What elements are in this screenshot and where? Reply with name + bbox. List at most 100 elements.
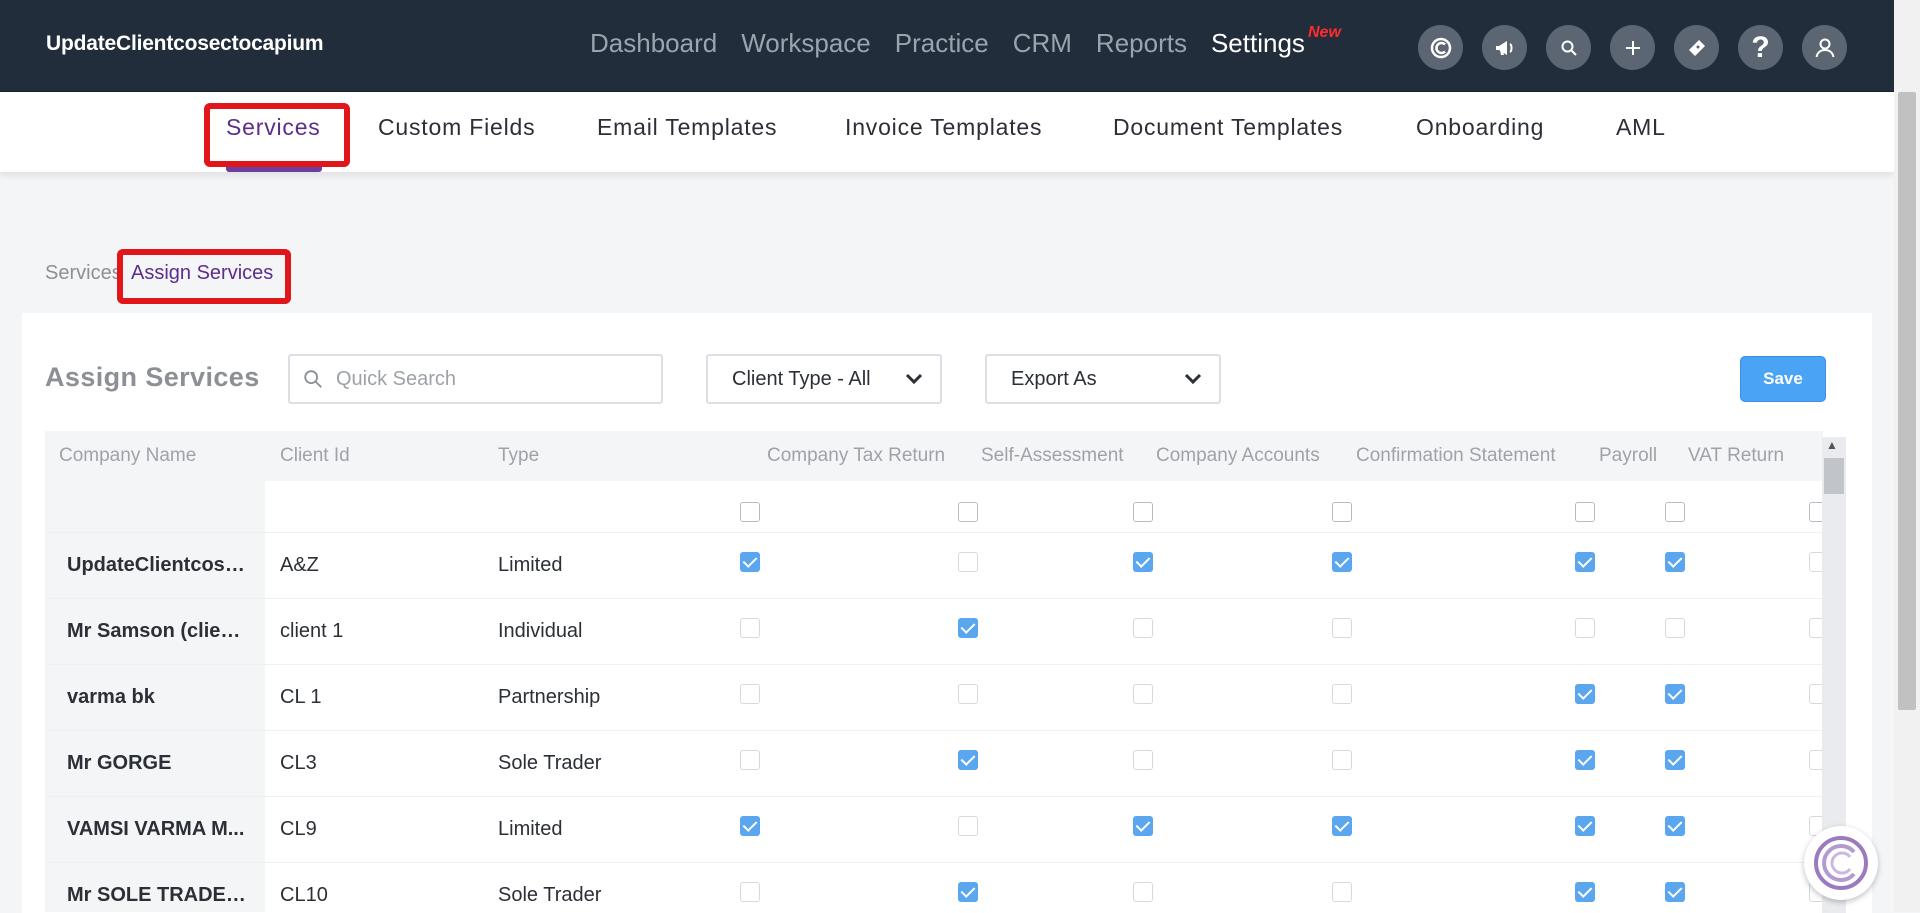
col-client-id[interactable]: Client Id	[280, 445, 350, 467]
scroll-up-icon[interactable]: ▲	[1826, 438, 1838, 452]
nav-settings[interactable]: Settings	[1211, 28, 1305, 59]
service-checkbox[interactable]	[1332, 882, 1352, 902]
type-cell: Individual	[498, 620, 583, 642]
service-checkbox[interactable]	[1332, 684, 1352, 704]
nav-crm[interactable]: CRM	[1013, 28, 1072, 59]
service-checkbox[interactable]	[1809, 618, 1823, 638]
search-icon[interactable]	[1546, 25, 1591, 70]
tab-email-templates[interactable]: Email Templates	[597, 114, 777, 141]
nav-reports[interactable]: Reports	[1096, 28, 1187, 59]
tab-document-templates[interactable]: Document Templates	[1113, 114, 1343, 141]
select-all-checkbox[interactable]	[1809, 502, 1823, 522]
service-checkbox[interactable]	[958, 618, 978, 638]
service-checkbox[interactable]	[1133, 552, 1153, 572]
export-dropdown[interactable]: Export As	[985, 354, 1221, 404]
service-checkbox[interactable]	[1133, 882, 1153, 902]
select-all-checkbox[interactable]	[958, 502, 978, 522]
col-company-name[interactable]: Company Name	[59, 445, 196, 467]
service-checkbox[interactable]	[1665, 552, 1685, 572]
service-checkbox[interactable]	[958, 816, 978, 836]
col-company-accounts[interactable]: Company Accounts	[1156, 445, 1320, 467]
search-input[interactable]	[336, 367, 636, 391]
client-id-cell: CL 1	[280, 686, 322, 708]
service-checkbox[interactable]	[1575, 618, 1595, 638]
service-checkbox[interactable]	[1809, 684, 1823, 704]
tab-invoice-templates[interactable]: Invoice Templates	[845, 114, 1042, 141]
service-checkbox[interactable]	[1575, 684, 1595, 704]
user-icon[interactable]	[1802, 25, 1847, 70]
type-cell: Partnership	[498, 686, 601, 708]
service-checkbox[interactable]	[1575, 750, 1595, 770]
chat-widget-button[interactable]	[1804, 826, 1878, 900]
col-confirmation-statement[interactable]: Confirmation Statement	[1356, 445, 1556, 467]
plus-icon[interactable]	[1610, 25, 1655, 70]
service-checkbox[interactable]	[1665, 816, 1685, 836]
help-icon[interactable]: ?	[1738, 25, 1783, 70]
service-checkbox[interactable]	[740, 552, 760, 572]
service-checkbox[interactable]	[958, 684, 978, 704]
tab-aml[interactable]: AML	[1616, 114, 1666, 141]
chevron-down-icon	[905, 373, 923, 385]
col-self-assessment[interactable]: Self-Assessment	[981, 445, 1124, 467]
col-vat-return[interactable]: VAT Return	[1688, 445, 1784, 467]
service-checkbox[interactable]	[1665, 750, 1685, 770]
table-scrollbar-thumb[interactable]	[1824, 458, 1844, 494]
service-checkbox[interactable]	[740, 750, 760, 770]
service-checkbox[interactable]	[1133, 684, 1153, 704]
service-checkbox[interactable]	[1332, 618, 1352, 638]
service-checkbox[interactable]	[958, 882, 978, 902]
company-name[interactable]: UpdateClientcosectocapium	[46, 32, 324, 56]
service-checkbox[interactable]	[1133, 816, 1153, 836]
service-checkbox[interactable]	[1332, 750, 1352, 770]
service-checkbox[interactable]	[1133, 618, 1153, 638]
company-name-cell[interactable]: Mr GORGE	[67, 752, 247, 775]
client-type-dropdown[interactable]: Client Type - All	[706, 354, 942, 404]
capium-logo-icon[interactable]	[1418, 25, 1463, 70]
nav-workspace[interactable]: Workspace	[741, 28, 871, 59]
select-all-checkbox[interactable]	[1133, 502, 1153, 522]
service-checkbox[interactable]	[1665, 882, 1685, 902]
company-name-cell[interactable]: VAMSI VARMA M...	[67, 818, 247, 841]
service-checkbox[interactable]	[740, 684, 760, 704]
megaphone-icon[interactable]	[1482, 25, 1527, 70]
nav-practice[interactable]: Practice	[895, 28, 989, 59]
select-all-checkbox[interactable]	[1332, 502, 1352, 522]
col-payroll[interactable]: Payroll	[1599, 445, 1657, 467]
select-all-checkbox[interactable]	[740, 502, 760, 522]
company-name-cell[interactable]: UpdateClientcose...	[67, 554, 247, 577]
service-checkbox[interactable]	[740, 882, 760, 902]
col-type[interactable]: Type	[498, 445, 539, 467]
service-checkbox[interactable]	[1665, 618, 1685, 638]
table-row: Mr SOLE TRADER... CL10 Sole Trader	[45, 863, 1823, 912]
service-checkbox[interactable]	[1809, 750, 1823, 770]
save-button[interactable]: Save	[1740, 356, 1826, 402]
service-checkbox[interactable]	[1332, 816, 1352, 836]
service-checkbox[interactable]	[958, 750, 978, 770]
service-checkbox[interactable]	[1133, 750, 1153, 770]
nav-dashboard[interactable]: Dashboard	[590, 28, 717, 59]
ticket-icon[interactable]	[1674, 25, 1719, 70]
service-checkbox[interactable]	[740, 618, 760, 638]
select-all-checkbox[interactable]	[1665, 502, 1685, 522]
breadcrumb-services[interactable]: Services	[45, 262, 122, 285]
quick-search[interactable]	[288, 354, 663, 404]
service-checkbox[interactable]	[740, 816, 760, 836]
type-cell: Sole Trader	[498, 752, 602, 774]
page-scrollbar-thumb[interactable]	[1898, 92, 1916, 710]
client-id-cell: CL3	[280, 752, 317, 774]
tab-custom-fields[interactable]: Custom Fields	[378, 114, 535, 141]
tab-onboarding[interactable]: Onboarding	[1416, 114, 1544, 141]
service-checkbox[interactable]	[1809, 552, 1823, 572]
service-checkbox[interactable]	[1332, 552, 1352, 572]
company-name-cell[interactable]: Mr SOLE TRADER...	[67, 884, 247, 907]
company-name-cell[interactable]: Mr Samson (client...	[67, 620, 247, 643]
select-all-checkbox[interactable]	[1575, 502, 1595, 522]
col-company-tax-return[interactable]: Company Tax Return	[767, 445, 945, 467]
service-checkbox[interactable]	[1575, 882, 1595, 902]
company-name-cell[interactable]: varma bk	[67, 686, 247, 709]
service-checkbox[interactable]	[1665, 684, 1685, 704]
service-checkbox[interactable]	[1575, 552, 1595, 572]
service-checkbox[interactable]	[1575, 816, 1595, 836]
chevron-down-icon	[1184, 373, 1202, 385]
service-checkbox[interactable]	[958, 552, 978, 572]
